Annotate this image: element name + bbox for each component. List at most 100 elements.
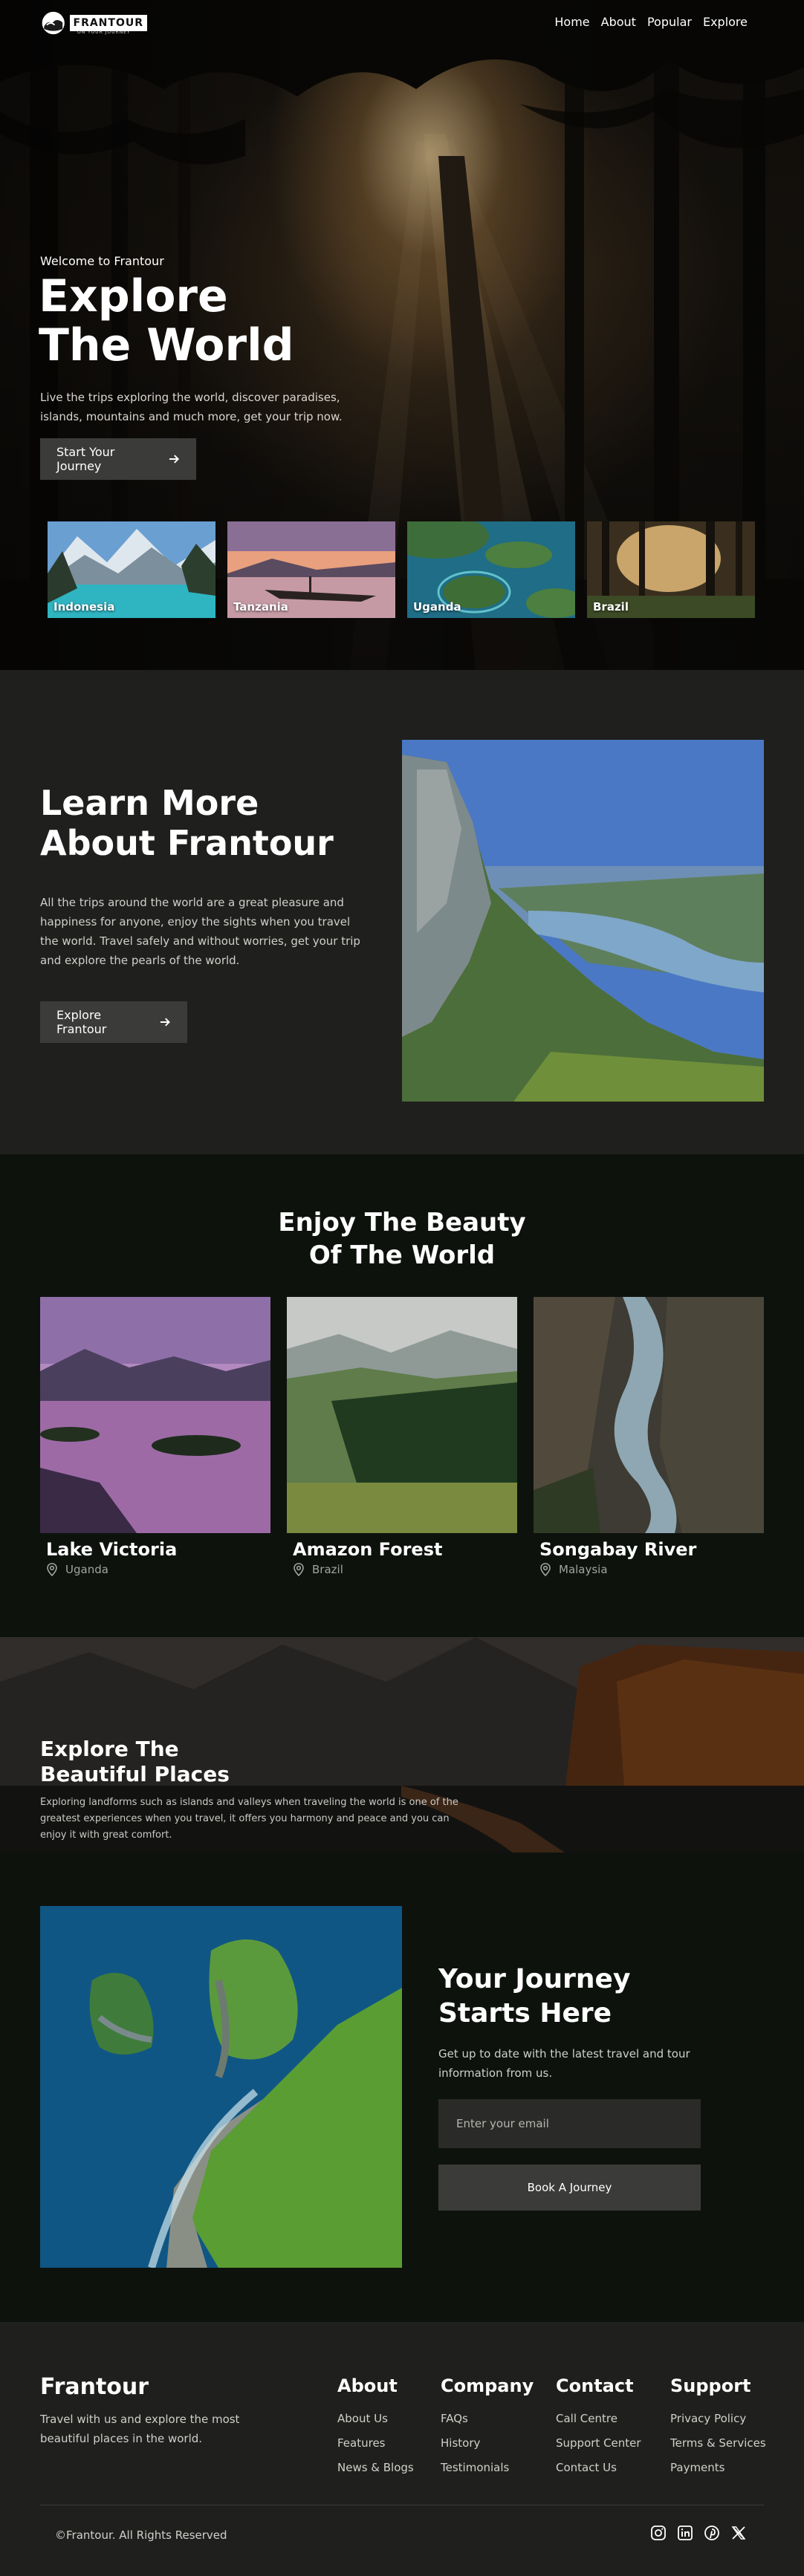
about-section: Learn More About Frantour All the trips … xyxy=(0,670,804,1154)
map-pin-icon xyxy=(294,1563,304,1576)
explore-frantour-button[interactable]: Explore Frantour xyxy=(40,1001,187,1043)
destination-label-indonesia: Indonesia xyxy=(54,600,115,614)
footer-column-title: About xyxy=(337,2375,398,2396)
place-card-amazon-forest[interactable]: Amazon Forest Brazil xyxy=(287,1297,517,1576)
footer-link-about-us[interactable]: About Us xyxy=(337,2407,414,2431)
social-links xyxy=(649,2524,748,2542)
songabay-river-image xyxy=(534,1297,764,1533)
amazon-forest-image xyxy=(287,1297,517,1533)
footer-column-company: Company FAQs History Testimonials xyxy=(441,2375,534,2480)
about-description: All the trips around the world are a gre… xyxy=(40,896,360,967)
place-card-lake-victoria[interactable]: Lake Victoria Uganda xyxy=(40,1297,270,1576)
instagram-icon[interactable] xyxy=(649,2524,667,2542)
journey-title-line1: Your Journey xyxy=(438,1964,631,1994)
footer-link-faqs[interactable]: FAQs xyxy=(441,2407,534,2431)
footer-link-privacy-policy[interactable]: Privacy Policy xyxy=(670,2407,766,2431)
place-location-text: Uganda xyxy=(65,1563,108,1576)
hero-kicker: Welcome to Frantour xyxy=(40,254,164,268)
enjoy-section: Enjoy The Beauty Of The World Lake Victo… xyxy=(0,1154,804,1637)
footer-link-support-center[interactable]: Support Center xyxy=(556,2431,641,2456)
about-title-line1: Learn More xyxy=(40,783,259,823)
footer-link-features[interactable]: Features xyxy=(337,2431,414,2456)
x-icon[interactable] xyxy=(730,2524,748,2542)
enjoy-title-line2: Of The World xyxy=(308,1240,496,1270)
explore-banner: Explore The Beautiful Places Exploring l… xyxy=(0,1637,804,1853)
map-pin-icon xyxy=(540,1563,551,1576)
footer-column-title: Contact xyxy=(556,2375,634,2396)
hero-title: Explore The World xyxy=(39,272,294,370)
banner-title-line1: Explore The xyxy=(40,1737,179,1761)
journey-title: Your Journey Starts Here xyxy=(438,1962,630,2031)
place-location-lake-victoria: Uganda xyxy=(46,1563,270,1576)
place-card-songabay-river[interactable]: Songabay River Malaysia xyxy=(534,1297,764,1576)
place-location-songabay-river: Malaysia xyxy=(539,1563,764,1576)
nav-link-about[interactable]: About xyxy=(601,15,636,29)
footer: Frantour Travel with us and explore the … xyxy=(0,2322,804,2576)
about-mountain-image xyxy=(402,740,764,1102)
map-pin-icon xyxy=(47,1563,57,1576)
top-nav: FRANTOUR ON YOUR JOURNEY Home About Popu… xyxy=(0,0,804,46)
nav-link-home[interactable]: Home xyxy=(554,15,589,29)
start-journey-button[interactable]: Start Your Journey xyxy=(40,438,196,480)
place-location-text: Brazil xyxy=(312,1563,343,1576)
place-name-songabay-river: Songabay River xyxy=(539,1539,697,1560)
destination-label-uganda: Uganda xyxy=(413,600,461,614)
enjoy-title-line1: Enjoy The Beauty xyxy=(278,1208,526,1237)
footer-link-history[interactable]: History xyxy=(441,2431,534,2456)
logo-text: FRANTOUR xyxy=(69,15,147,31)
nav-links: Home About Popular Explore xyxy=(554,15,748,29)
enjoy-title: Enjoy The Beauty Of The World xyxy=(0,1206,804,1272)
about-title: Learn More About Frantour xyxy=(40,783,334,863)
footer-brand: Frantour xyxy=(40,2374,149,2400)
email-input[interactable] xyxy=(438,2099,701,2148)
footer-link-news-blogs[interactable]: News & Blogs xyxy=(337,2456,414,2480)
arrow-right-icon xyxy=(169,455,180,464)
journey-description: Get up to date with the latest travel an… xyxy=(438,2047,690,2080)
footer-link-terms-services[interactable]: Terms & Services xyxy=(670,2431,766,2456)
journey-island-image xyxy=(40,1906,402,2268)
footer-description: Travel with us and explore the most beau… xyxy=(40,2413,240,2445)
explore-frantour-label: Explore Frantour xyxy=(56,1008,107,1036)
start-journey-label: Start Your Journey xyxy=(56,445,115,473)
hero-description: Live the trips exploring the world, disc… xyxy=(40,391,343,423)
place-location-text: Malaysia xyxy=(559,1563,608,1576)
place-location-amazon-forest: Brazil xyxy=(293,1563,517,1576)
banner-title-line2: Beautiful Places xyxy=(40,1762,230,1786)
destination-card-tanzania[interactable]: Tanzania xyxy=(227,521,395,618)
destination-label-tanzania: Tanzania xyxy=(233,600,288,614)
page: FRANTOUR ON YOUR JOURNEY Home About Popu… xyxy=(0,0,804,2576)
footer-link-testimonials[interactable]: Testimonials xyxy=(441,2456,534,2480)
place-name-amazon-forest: Amazon Forest xyxy=(293,1539,443,1560)
footer-link-contact-us[interactable]: Contact Us xyxy=(556,2456,641,2480)
footer-column-title: Company xyxy=(441,2375,534,2396)
destination-label-brazil: Brazil xyxy=(593,600,629,614)
hero-title-line2: The World xyxy=(39,319,294,371)
footer-column-support: Support Privacy Policy Terms & Services … xyxy=(670,2375,766,2480)
nav-link-popular[interactable]: Popular xyxy=(647,15,692,29)
about-title-line2: About Frantour xyxy=(40,823,334,863)
footer-column-about: About About Us Features News & Blogs xyxy=(337,2375,414,2480)
destination-card-indonesia[interactable]: Indonesia xyxy=(48,521,215,618)
logo[interactable]: FRANTOUR ON YOUR JOURNEY xyxy=(40,9,147,37)
footer-link-payments[interactable]: Payments xyxy=(670,2456,766,2480)
destination-card-uganda[interactable]: Uganda xyxy=(407,521,575,618)
journey-title-line2: Starts Here xyxy=(438,1998,612,2029)
footer-link-call-centre[interactable]: Call Centre xyxy=(556,2407,641,2431)
destination-card-brazil[interactable]: Brazil xyxy=(587,521,755,618)
nav-link-explore[interactable]: Explore xyxy=(703,15,748,29)
lake-victoria-image xyxy=(40,1297,270,1533)
footer-column-title: Support xyxy=(670,2375,751,2396)
banner-description: Exploring landforms such as islands and … xyxy=(40,1797,458,1841)
book-journey-button[interactable]: Book A Journey xyxy=(438,2164,701,2211)
pinterest-icon[interactable] xyxy=(703,2524,721,2542)
wave-logo-icon xyxy=(42,11,65,35)
hero-title-line1: Explore xyxy=(39,270,228,322)
copyright: ©Frantour. All Rights Reserved xyxy=(55,2528,227,2542)
hero-section: FRANTOUR ON YOUR JOURNEY Home About Popu… xyxy=(0,0,804,670)
place-name-lake-victoria: Lake Victoria xyxy=(46,1539,178,1560)
linkedin-icon[interactable] xyxy=(676,2524,694,2542)
logo-tagline: ON YOUR JOURNEY xyxy=(77,30,131,35)
footer-column-contact: Contact Call Centre Support Center Conta… xyxy=(556,2375,641,2480)
banner-title: Explore The Beautiful Places xyxy=(40,1737,230,1787)
journey-section: Your Journey Starts Here Get up to date … xyxy=(0,1853,804,2322)
